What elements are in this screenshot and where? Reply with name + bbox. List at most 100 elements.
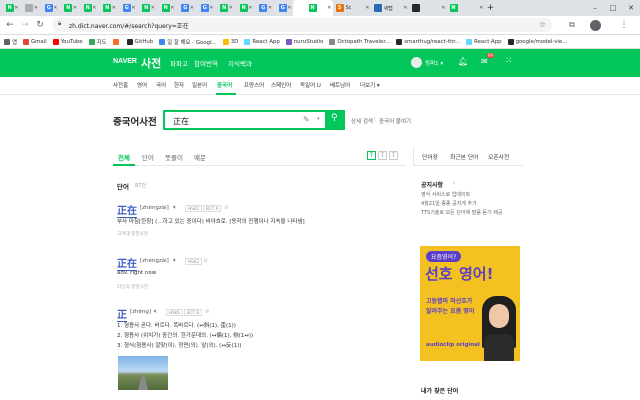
speaker-icon[interactable]: 🔈︎ <box>173 256 177 265</box>
nav-translation[interactable]: 참여번역 <box>194 58 218 68</box>
profile-avatar[interactable] <box>590 20 601 31</box>
user-menu[interactable]: 링퍼1 ▾ <box>425 59 443 67</box>
browser-tab[interactable]: N ✕ <box>447 0 485 16</box>
bookmark-item[interactable]: GitHub <box>126 38 153 45</box>
dict-service-title[interactable]: 사전 <box>141 55 161 71</box>
tab-close-icon[interactable]: ✕ <box>190 5 194 11</box>
apps-grid-icon[interactable]: ⁙ <box>505 56 513 66</box>
minimize-button[interactable]: – <box>586 0 604 16</box>
chevron-right-icon[interactable]: › <box>453 180 455 187</box>
chinese-input-link[interactable]: 중국어 붙여기 <box>379 117 411 125</box>
close-window-button[interactable]: ✕ <box>622 0 640 16</box>
menu-item[interactable]: 스페인어 <box>271 81 291 89</box>
bell-icon[interactable]: 🔔︎ <box>458 57 468 66</box>
bookmark-item[interactable]: 지도 <box>88 38 107 46</box>
tab-close-icon[interactable]: ✕ <box>14 5 18 11</box>
bookmark-item[interactable]: YouTube <box>52 38 83 45</box>
browser-tab[interactable]: N ✕ <box>78 0 98 16</box>
tab-close-icon[interactable]: ✕ <box>365 5 369 11</box>
tab-close-icon[interactable]: ✕ <box>73 5 77 11</box>
browser-tab[interactable]: G ✕ <box>117 0 137 16</box>
nav-papago[interactable]: 파파고 <box>170 58 188 68</box>
entry-word[interactable]: 正 <box>117 306 127 322</box>
dropdown-arrow-icon[interactable]: ▾ <box>317 116 320 122</box>
tab-close-icon[interactable]: ✕ <box>441 5 445 11</box>
maximize-button[interactable]: □ <box>604 0 622 16</box>
forward-icon[interactable]: → <box>19 19 31 31</box>
filter-all[interactable]: 전체 <box>118 152 130 162</box>
add-wordbook-icon[interactable]: ⊕ <box>205 308 210 315</box>
browser-tab[interactable]: G ✕ <box>195 0 215 16</box>
entry-source[interactable]: 라인의 중영사전 <box>117 284 148 290</box>
search-button[interactable]: ⚲ <box>327 110 345 130</box>
speaker-icon[interactable]: 🔈︎ <box>154 307 158 316</box>
bookmark-item[interactable] <box>112 38 121 45</box>
browser-tab[interactable]: G ✕ <box>273 0 293 16</box>
ad-banner[interactable]: 요즘영어? 선호 영어! 고등랩퍼 하선호가 알려주는 요즘 영어 audioc… <box>420 246 520 361</box>
menu-item[interactable]: 프랑스어 <box>244 81 264 89</box>
tab-close-icon[interactable]: ✕ <box>248 5 252 11</box>
browser-tab[interactable]: N ✕ <box>234 0 254 16</box>
advanced-search-link[interactable]: 상세 검색 <box>351 117 373 125</box>
tab-close-icon[interactable]: ✕ <box>229 5 233 11</box>
browser-tab[interactable]: G ✕ <box>254 0 274 16</box>
menu-item[interactable]: 국어 <box>156 81 166 89</box>
menu-item[interactable]: 사전홈 <box>113 81 128 89</box>
notice-item-1[interactable]: 영식 서비스로 업데이트 <box>421 191 470 198</box>
mail-icon[interactable]: ✉ <box>481 57 488 66</box>
menu-item[interactable]: 영어 <box>137 81 147 89</box>
bookmark-item[interactable]: smarthug/react-thr... <box>396 38 460 45</box>
browser-tab[interactable]: N ✕ <box>0 0 20 16</box>
font-size-large[interactable]: T <box>389 151 398 160</box>
bookmark-item[interactable]: google/model-vie... <box>507 38 567 45</box>
browser-tab[interactable]: N ✕ <box>98 0 118 16</box>
tab-close-icon[interactable]: ✕ <box>92 5 96 11</box>
nav-encyclopedia[interactable]: 지식백과 <box>228 58 252 68</box>
tab-recent-words[interactable]: 최근본 단어 <box>450 152 479 161</box>
tab-close-icon[interactable]: ✕ <box>327 5 331 11</box>
tab-close-icon[interactable]: ✕ <box>112 5 116 11</box>
browser-tab[interactable]: N ✕ <box>156 0 176 16</box>
back-icon[interactable]: ← <box>4 19 16 31</box>
tab-close-icon[interactable]: ✕ <box>151 5 155 11</box>
bookmark-item[interactable]: React App <box>244 38 280 45</box>
entry-image[interactable] <box>118 356 168 390</box>
menu-item[interactable]: 중국어 <box>217 81 232 89</box>
add-wordbook-icon[interactable]: ⊕ <box>203 257 208 264</box>
user-avatar[interactable] <box>411 57 422 68</box>
browser-tab[interactable]: N ✕ <box>137 0 157 16</box>
add-wordbook-icon[interactable]: ⊕ <box>224 204 229 211</box>
menu-item[interactable]: 독일어 U <box>300 81 321 89</box>
tab-close-icon[interactable]: ✕ <box>131 5 135 11</box>
bookmark-item[interactable]: Gmail <box>22 38 47 45</box>
tab-close-icon[interactable]: ✕ <box>53 5 57 11</box>
tab-close-icon[interactable]: ✕ <box>268 5 272 11</box>
tab-close-icon[interactable]: ✕ <box>209 5 213 11</box>
browser-tab[interactable]: ✕ <box>409 0 447 16</box>
new-tab-button[interactable]: + <box>485 3 497 13</box>
entry-word[interactable]: 正在 <box>117 202 137 218</box>
menu-item[interactable]: 베트남어 <box>330 81 350 89</box>
notice-item-3[interactable]: TTS기술로 모든 단어에 발음 듣기 제공 <box>421 209 503 216</box>
bookmark-item[interactable]: Octopath Traveler... <box>329 38 390 45</box>
browser-tab[interactable]: G ✕ <box>176 0 196 16</box>
tab-open-dict[interactable]: 오픈사전 <box>488 152 509 161</box>
browser-tab[interactable]: S Sc ✕ <box>333 0 371 16</box>
bookmark-item[interactable]: 앱 <box>4 38 17 46</box>
entry-word[interactable]: 正在 <box>117 255 137 271</box>
browser-tab[interactable]: N ✕ <box>59 0 79 16</box>
browser-menu-icon[interactable]: ⋮ <box>618 19 630 31</box>
extensions-icon[interactable]: ⧉ <box>566 19 578 31</box>
bookmark-item[interactable]: 3D <box>222 38 238 45</box>
bookmark-item[interactable]: 일 잘 해요 - Googl... <box>159 38 217 46</box>
font-size-medium[interactable]: T <box>378 151 387 160</box>
tab-close-icon[interactable]: ✕ <box>170 5 174 11</box>
entry-source[interactable]: 고려대 중한사전 <box>117 231 148 237</box>
speaker-icon[interactable]: 🔈︎ <box>173 203 177 212</box>
tab-close-icon[interactable]: ✕ <box>287 5 291 11</box>
browser-tab[interactable]: 새탭 ✕ <box>371 0 409 16</box>
font-size-small[interactable]: T <box>367 151 376 160</box>
tab-close-icon[interactable]: ✕ <box>403 5 407 11</box>
browser-tab[interactable]: N ✕ <box>215 0 235 16</box>
browser-tab[interactable]: G ✕ <box>39 0 59 16</box>
